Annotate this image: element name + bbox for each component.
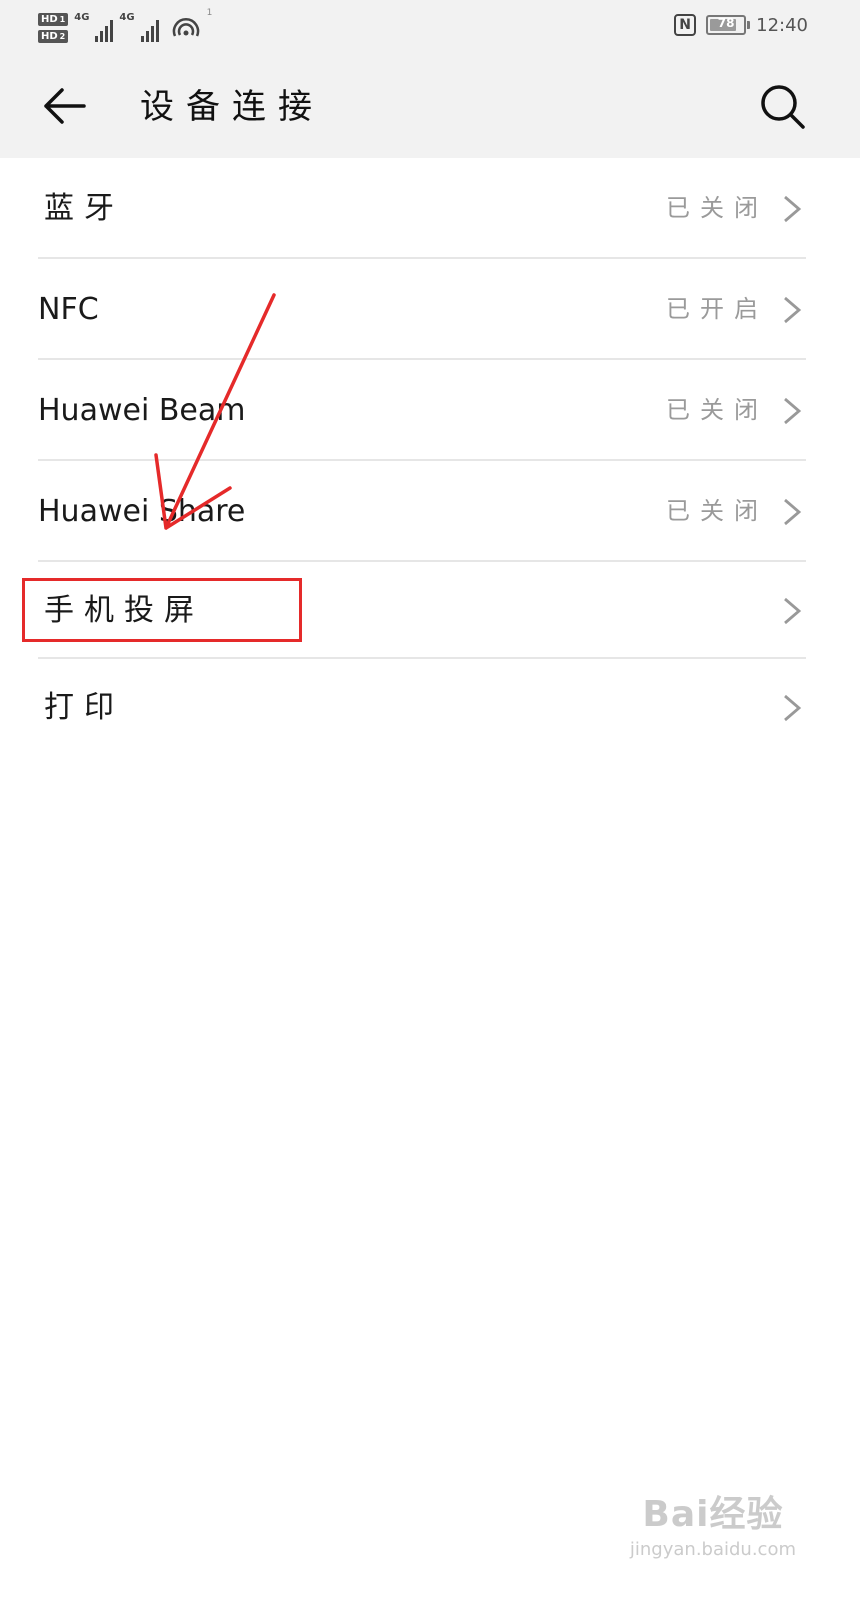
hotspot-count: 1 xyxy=(206,8,213,18)
setting-label: Huawei Beam xyxy=(38,393,246,428)
status-left: HD 1 HD 2 4G 4G 1 xyxy=(38,8,212,48)
setting-row-huawei-share[interactable]: Huawei Share 已关闭 xyxy=(0,461,860,562)
chevron-right-icon xyxy=(784,597,802,625)
chevron-right-icon xyxy=(784,195,802,223)
chevron-right-icon xyxy=(784,498,802,526)
clock: 12:40 xyxy=(756,14,808,36)
hotspot-icon xyxy=(171,16,201,46)
chevron-right-icon xyxy=(784,397,802,425)
arrow-left-icon xyxy=(44,88,86,124)
setting-row-bluetooth[interactable]: 蓝牙 已关闭 xyxy=(0,158,860,259)
setting-status: 已关闭 xyxy=(666,497,768,525)
setting-row-huawei-beam[interactable]: Huawei Beam 已关闭 xyxy=(0,360,860,461)
status-right: N 78 12:40 xyxy=(674,14,808,36)
watermark-url: jingyan.baidu.com xyxy=(629,1539,796,1560)
setting-label: 打印 xyxy=(44,690,124,725)
chevron-right-icon xyxy=(784,296,802,324)
setting-status: 已关闭 xyxy=(666,194,768,222)
signal-icon-1 xyxy=(95,20,114,42)
setting-row-nfc[interactable]: NFC 已开启 xyxy=(0,259,860,360)
setting-status: 已关闭 xyxy=(666,396,768,424)
chevron-right-icon xyxy=(784,694,802,722)
page-title: 设备连接 xyxy=(140,87,324,127)
nfc-icon: N xyxy=(674,14,697,36)
settings-list: 蓝牙 已关闭 NFC 已开启 Huawei Beam 已关闭 Huawei Sh… xyxy=(0,158,860,756)
app-bar: 设备连接 xyxy=(0,56,860,158)
hd-voice-badge-2: HD 2 xyxy=(38,30,69,43)
search-icon xyxy=(761,85,805,129)
setting-label: NFC xyxy=(38,292,99,327)
watermark-logo: Bai经验 xyxy=(642,1494,784,1535)
watermark: Bai经验 jingyan.baidu.com xyxy=(630,1485,796,1560)
setting-status: 已开启 xyxy=(666,295,768,323)
battery-level: 78 xyxy=(717,16,735,30)
battery-icon: 78 xyxy=(706,15,751,35)
signal-icon-2 xyxy=(140,20,159,42)
network-type-2: 4G xyxy=(119,12,135,23)
hd-voice-badge-1: HD 1 xyxy=(38,13,69,26)
search-button[interactable] xyxy=(756,80,808,132)
setting-label: Huawei Share xyxy=(38,494,246,529)
setting-label: 蓝牙 xyxy=(44,191,124,226)
network-type-1: 4G xyxy=(74,12,90,23)
annotation-highlight-box xyxy=(22,578,302,642)
setting-row-print[interactable]: 打印 xyxy=(0,659,860,756)
back-button[interactable] xyxy=(38,80,90,132)
status-bar: HD 1 HD 2 4G 4G 1 N 78 12:40 xyxy=(0,0,860,56)
